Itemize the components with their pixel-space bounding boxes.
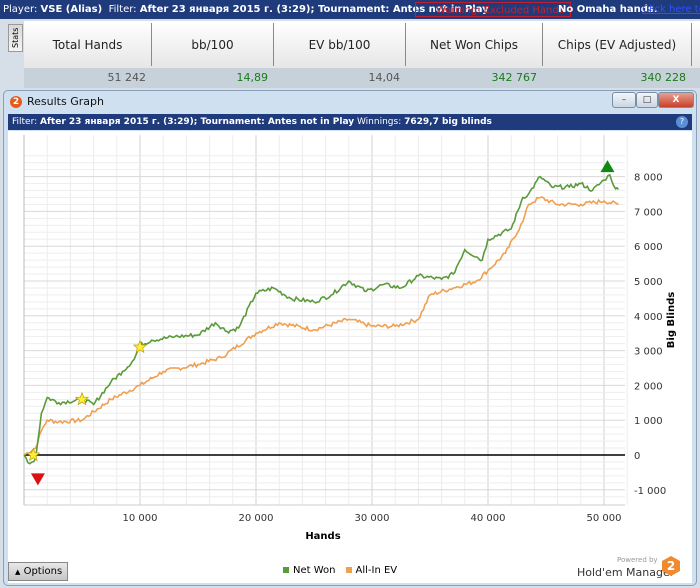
series-line-all-in-ev [23, 196, 619, 456]
x-tick-label: 30 000 [355, 513, 390, 524]
y-tick-label: -1 000 [634, 486, 666, 497]
y-tick-label: 4 000 [634, 312, 663, 323]
chevron-up-icon: ▲ [15, 568, 21, 576]
x-tick-label: 20 000 [239, 513, 274, 524]
y-tick-label: 6 000 [634, 242, 663, 253]
y-tick-label: 7 000 [634, 207, 663, 218]
y-tick-label: 3 000 [634, 347, 663, 358]
y-tick-label: 1 000 [634, 416, 663, 427]
brand-name: Hold'em Manager [577, 566, 675, 579]
legend-label: All-In EV [355, 565, 398, 576]
y-tick-label: 5 000 [634, 277, 663, 288]
powered-by: Powered by [617, 556, 658, 564]
results-chart: -1 000 0 1 000 2 000 3 000 4 000 5 000 6 000 7 0… [23, 135, 677, 542]
y-tick-label: 8 000 [634, 173, 663, 184]
legend-label: Net Won [293, 565, 336, 576]
x-tick-label: 10 000 [123, 513, 158, 524]
legend-net-won: Net Won [283, 565, 336, 576]
x-axis-label: Hands [305, 531, 340, 542]
legend-all-in-ev: All-In EV [345, 565, 398, 576]
x-tick-label: 50 000 [587, 513, 622, 524]
options-label: Options [23, 566, 63, 577]
y-tick-label: 0 [634, 451, 640, 462]
x-tick-label: 40 000 [471, 513, 506, 524]
y-tick-label: 2 000 [634, 381, 663, 392]
options-button[interactable]: ▲ Options [8, 562, 68, 581]
legend: Net Won All-In EV [283, 565, 397, 576]
max-triangle-marker [600, 160, 615, 173]
min-triangle-marker [30, 473, 45, 486]
star-marker [26, 447, 41, 462]
y-axis-label: Big Blinds [666, 292, 677, 348]
star-marker [74, 391, 90, 406]
